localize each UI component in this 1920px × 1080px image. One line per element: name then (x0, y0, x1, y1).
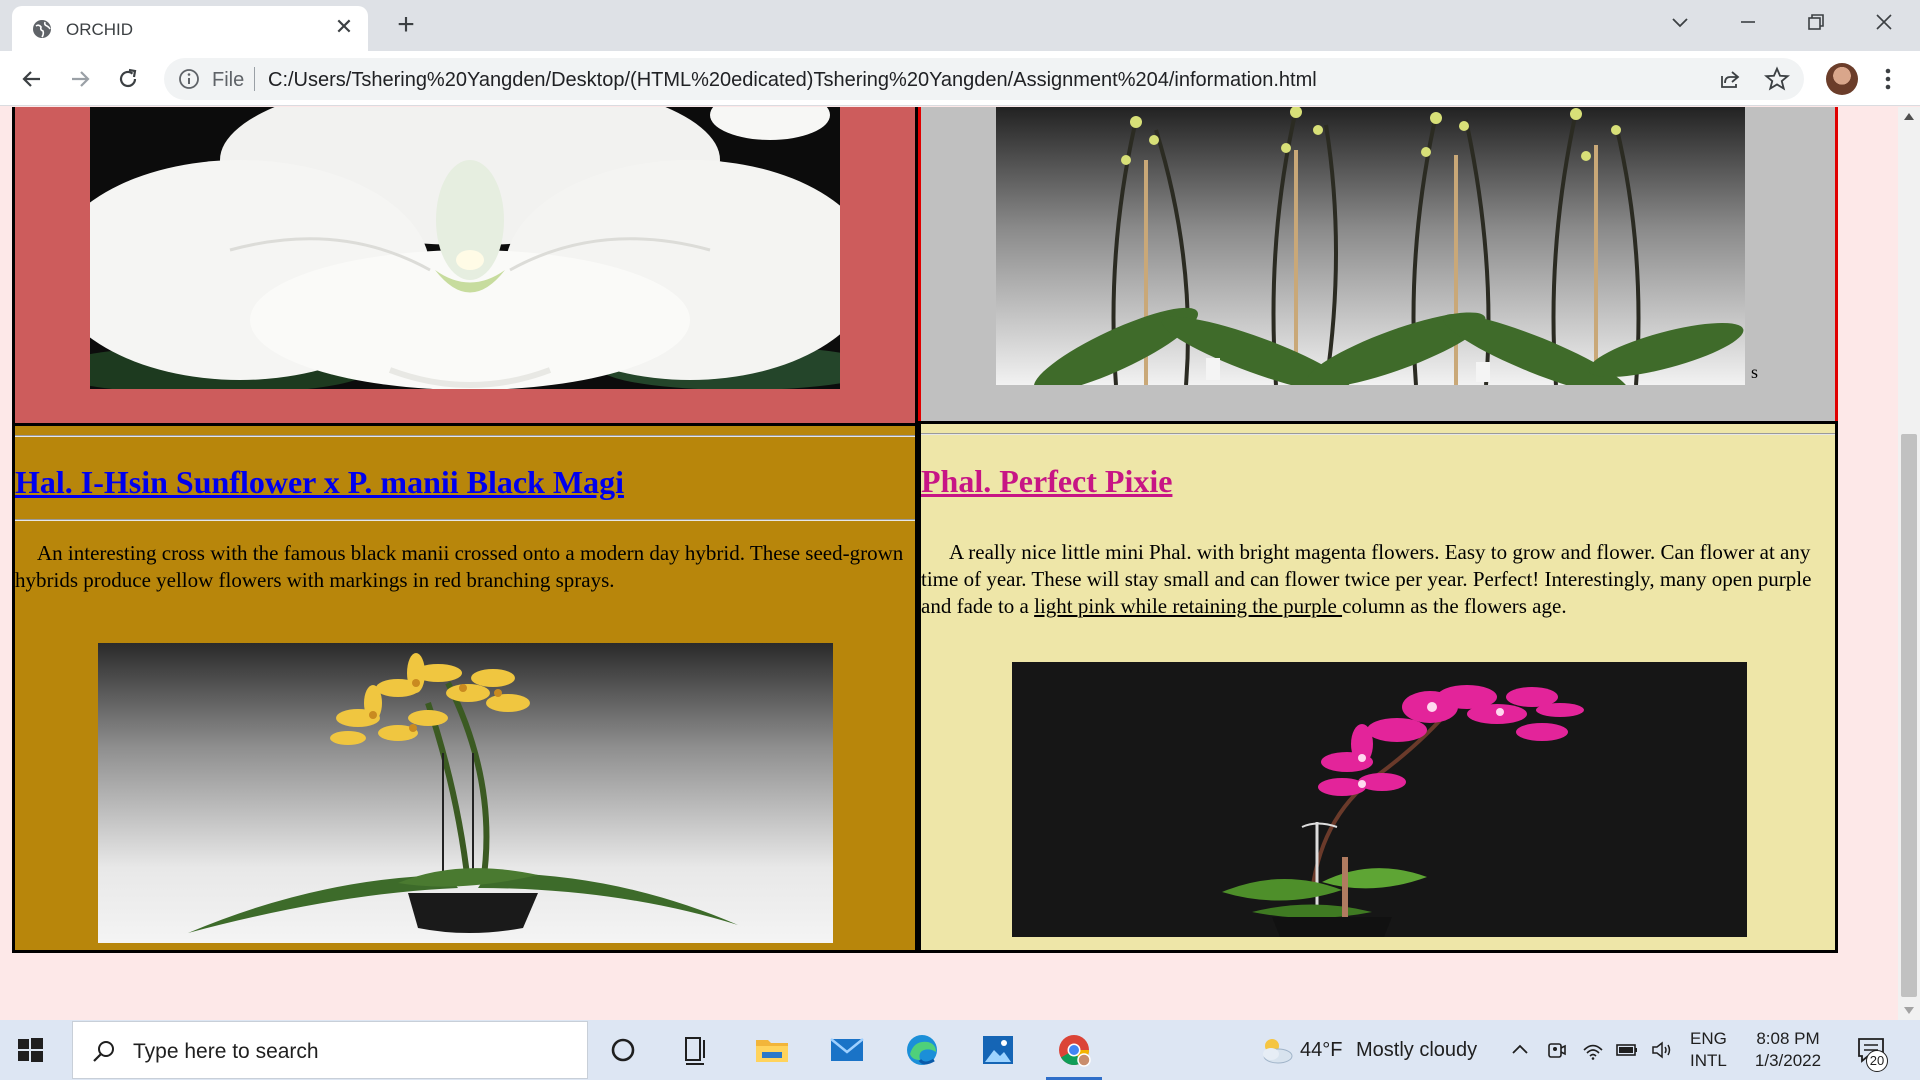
system-clock[interactable]: 8:08 PM 1/3/2022 (1748, 1028, 1828, 1072)
browser-toolbar: File C:/Users/Tshering%20Yangden/Desktop… (0, 51, 1920, 106)
mail-icon[interactable] (825, 1030, 869, 1070)
pixie-orchid-photo (1012, 662, 1747, 937)
edge-browser-icon[interactable] (900, 1030, 944, 1070)
tab-close-icon[interactable]: ✕ (332, 15, 356, 39)
clock-time: 8:08 PM (1756, 1029, 1820, 1048)
heading-top-rule (921, 433, 1835, 435)
new-tab-icon[interactable]: + (390, 10, 422, 42)
minimize-icon[interactable] (1728, 8, 1768, 38)
tab-search-chevron-icon[interactable] (1660, 8, 1700, 38)
file-explorer-icon[interactable] (750, 1030, 794, 1070)
language-code: ENG (1690, 1029, 1727, 1048)
info-icon[interactable] (178, 68, 200, 90)
keyboard-layout: INTL (1690, 1051, 1727, 1070)
notification-count-badge: 20 (1866, 1050, 1888, 1072)
address-scheme-label: File (212, 69, 245, 91)
windows-taskbar: Type here to search 44°F Mostly cloudy E… (0, 1020, 1920, 1080)
close-window-icon[interactable] (1864, 8, 1904, 38)
profile-avatar[interactable] (1826, 63, 1858, 95)
globe-icon (33, 20, 51, 38)
page-viewport: s Hal. I-Hsin Sunflower x P. manii Black… (0, 107, 1898, 1020)
pixie-description: A really nice little mini Phal. with bri… (921, 539, 1833, 620)
search-icon (93, 1041, 114, 1062)
stray-text-marker: s (1751, 362, 1759, 382)
restore-icon[interactable] (1796, 8, 1836, 38)
heading-top-rule (15, 435, 915, 437)
windows-start-icon[interactable] (14, 1034, 46, 1066)
input-language-indicator[interactable]: ENG INTL (1690, 1028, 1727, 1072)
chrome-taskbar-button[interactable] (1046, 1030, 1102, 1080)
page-scrollbar[interactable] (1898, 107, 1920, 1020)
volume-icon[interactable] (1650, 1038, 1674, 1062)
task-view-icon[interactable] (674, 1030, 718, 1070)
scroll-up-arrow-icon[interactable] (1904, 113, 1914, 120)
pixie-title-link[interactable]: Phal. Perfect Pixie (921, 463, 1172, 500)
more-menu-icon[interactable] (1872, 63, 1904, 95)
bud-stems-photo (996, 107, 1745, 385)
weather-condition: Mostly cloudy (1356, 1039, 1478, 1061)
meet-now-icon[interactable] (1544, 1038, 1568, 1062)
cortana-icon[interactable] (601, 1030, 645, 1070)
clock-date: 1/3/2022 (1754, 1051, 1822, 1070)
pixie-description-link[interactable]: light pink while retaining the purple (1034, 594, 1342, 618)
cloudy-weather-icon (1263, 1039, 1293, 1064)
weather-widget[interactable]: 44°F Mostly cloudy (1256, 1034, 1486, 1066)
tab-title: ORCHID (66, 20, 134, 39)
bookmark-star-icon[interactable] (1764, 66, 1790, 92)
forward-icon[interactable] (64, 63, 96, 95)
weather-temperature: 44°F (1300, 1039, 1343, 1061)
wifi-icon[interactable] (1581, 1038, 1605, 1062)
chrome-icon (1059, 1035, 1091, 1067)
heading-bottom-rule (15, 519, 915, 521)
share-icon[interactable] (1718, 67, 1742, 91)
scroll-down-arrow-icon[interactable] (1904, 1007, 1914, 1014)
reload-icon[interactable] (112, 63, 144, 95)
scrollbar-thumb[interactable] (1901, 434, 1917, 997)
taskbar-search-box[interactable]: Type here to search (72, 1021, 588, 1079)
back-icon[interactable] (16, 63, 48, 95)
battery-icon[interactable] (1615, 1038, 1639, 1062)
sunflower-orchid-photo (98, 643, 833, 943)
pixie-description-tail: column as the flowers age. (1342, 594, 1567, 618)
white-orchid-photo (90, 107, 840, 389)
tab-strip: ORCHID ✕ + (0, 0, 1920, 51)
photos-app-icon[interactable] (976, 1030, 1020, 1070)
address-bar[interactable]: File C:/Users/Tshering%20Yangden/Desktop… (164, 58, 1804, 100)
sunflower-title-link[interactable]: Hal. I-Hsin Sunflower x P. manii Black M… (15, 464, 624, 501)
show-hidden-icons-chevron-icon[interactable] (1508, 1038, 1532, 1062)
address-url[interactable]: C:/Users/Tshering%20Yangden/Desktop/(HTM… (268, 69, 1317, 92)
browser-tab[interactable]: ORCHID ✕ (12, 6, 368, 51)
orchid-card-pixie: Phal. Perfect Pixie A really nice little… (918, 421, 1838, 953)
address-separator (254, 67, 255, 91)
sunflower-description: An interesting cross with the famous bla… (15, 541, 904, 592)
orchid-card-sunflower: Hal. I-Hsin Sunflower x P. manii Black M… (12, 423, 918, 953)
search-placeholder: Type here to search (133, 1040, 319, 1063)
